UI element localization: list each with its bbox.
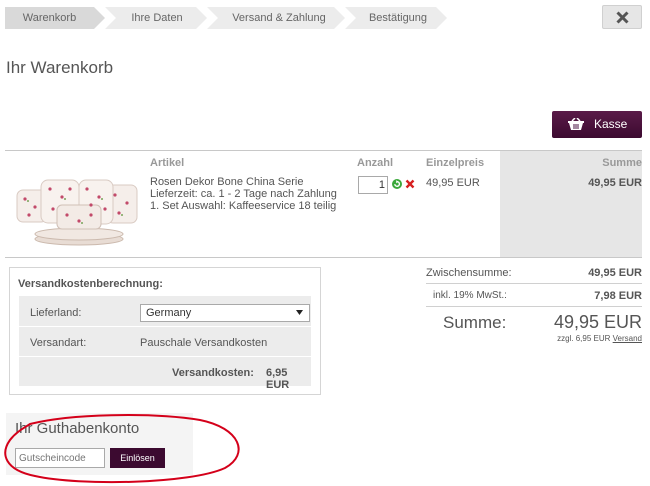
product-option: 1. Set Auswahl: Kaffeeservice 18 teilig xyxy=(150,200,337,212)
shipping-method-value: Pauschale Versandkosten xyxy=(140,337,268,349)
step-bestaetigung[interactable]: Bestätigung xyxy=(345,7,447,29)
shipping-note-text: zzgl. 6,95 EUR xyxy=(557,334,613,343)
step-label: Ihre Daten xyxy=(131,12,183,24)
shipping-link[interactable]: Versand xyxy=(613,334,642,343)
annotation-circle xyxy=(4,414,240,484)
column-header-summe: Summe xyxy=(602,157,642,169)
step-label: Bestätigung xyxy=(368,12,428,24)
refresh-icon[interactable] xyxy=(392,179,402,189)
totals-divider xyxy=(426,306,642,307)
shipping-cost-value: 6,95 EUR xyxy=(266,367,290,391)
vat-value: 7,98 EUR xyxy=(594,290,642,302)
product-image[interactable] xyxy=(15,177,142,247)
dropdown-arrow-icon xyxy=(296,310,303,315)
delete-icon[interactable] xyxy=(405,179,415,189)
grand-total-label: Summe: xyxy=(443,313,507,332)
shipping-note: zzgl. 6,95 EUR Versand xyxy=(557,334,642,343)
product-name[interactable]: Rosen Dekor Bone China Serie xyxy=(150,176,337,188)
shipping-cost-label: Versandkosten: xyxy=(172,367,254,379)
step-warenkorb[interactable]: Warenkorb xyxy=(5,7,105,29)
vat-label: inkl. 19% MwSt.: xyxy=(433,290,507,301)
table-divider xyxy=(5,257,642,258)
country-select[interactable]: Germany xyxy=(140,304,310,322)
column-header-artikel: Artikel xyxy=(150,157,185,169)
shipping-calculator: Versandkostenberechnung: Lieferland: Ger… xyxy=(9,267,321,395)
product-details: Rosen Dekor Bone China Serie Lieferzeit:… xyxy=(150,176,337,212)
column-header-anzahl: Anzahl xyxy=(357,157,394,169)
subtotal-value: 49,95 EUR xyxy=(588,267,642,279)
product-delivery-time: Lieferzeit: ca. 1 - 2 Tage nach Zahlung xyxy=(150,188,337,200)
checkout-button-label: Kasse xyxy=(594,117,628,131)
row-divider xyxy=(19,326,311,327)
grand-total-value: 49,95 EUR xyxy=(553,312,642,332)
line-total: 49,95 EUR xyxy=(588,177,642,189)
checkout-button[interactable]: Kasse xyxy=(552,111,642,138)
close-icon xyxy=(616,11,629,24)
country-label: Lieferland: xyxy=(30,307,82,319)
step-label: Warenkorb xyxy=(22,12,77,24)
shipping-method-label: Versandart: xyxy=(30,337,87,349)
unit-price: 49,95 EUR xyxy=(426,177,480,189)
step-label: Versand & Zahlung xyxy=(232,12,326,24)
step-versand-zahlung[interactable]: Versand & Zahlung xyxy=(207,7,345,29)
row-divider xyxy=(19,356,311,357)
column-header-einzelpreis: Einzelpreis xyxy=(426,157,485,169)
country-select-value: Germany xyxy=(146,307,192,319)
product-image-graphic xyxy=(16,179,138,246)
quantity-input[interactable]: 1 xyxy=(358,176,388,194)
shipping-title: Versandkostenberechnung: xyxy=(18,278,163,290)
shipping-table: Lieferland: Germany Versandart: Pauschal… xyxy=(19,296,311,391)
totals-divider xyxy=(426,283,642,284)
page-title: Ihr Warenkorb xyxy=(6,58,114,77)
basket-icon xyxy=(568,118,584,130)
step-ihre-daten[interactable]: Ihre Daten xyxy=(105,7,207,29)
subtotal-label: Zwischensumme: xyxy=(426,267,512,279)
close-button[interactable] xyxy=(602,5,642,29)
